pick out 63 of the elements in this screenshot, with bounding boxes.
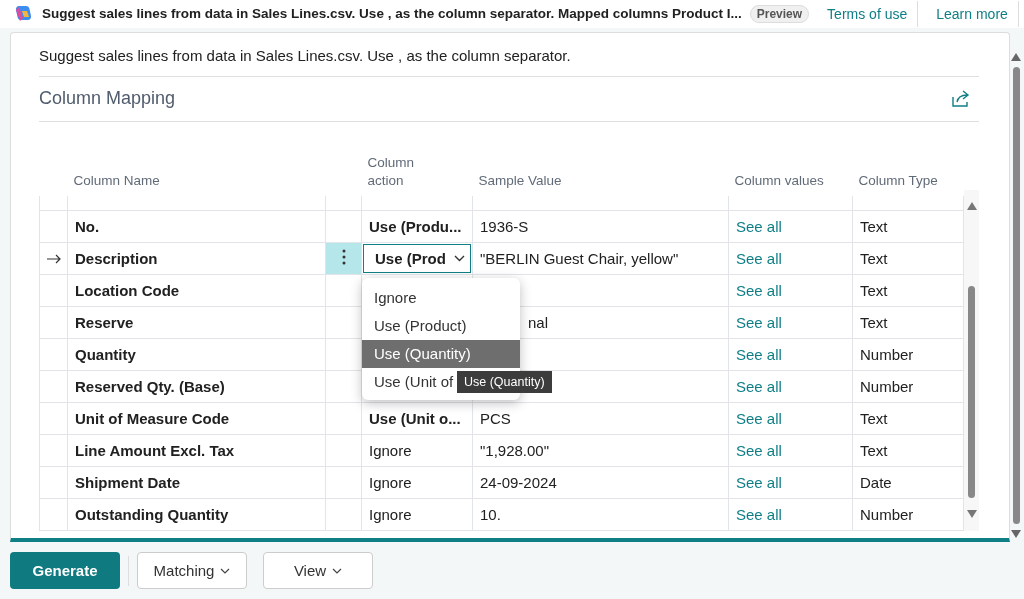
column-name: Location Code	[75, 281, 180, 299]
section-title: Column Mapping	[39, 88, 176, 110]
sample-value: nal	[527, 313, 549, 331]
chevron-down-icon	[332, 567, 343, 574]
sample-value: 24-09-2024	[480, 473, 557, 491]
column-action: Ignore	[369, 505, 412, 523]
column-type: Text	[860, 217, 888, 235]
tooltip: Use (Quantity)	[457, 370, 552, 393]
column-action: Use (Unit o...	[369, 409, 461, 427]
sample-value: PCS	[480, 409, 511, 427]
column-type: Text	[860, 313, 888, 331]
chevron-down-icon	[220, 567, 231, 574]
column-name: Quantity	[75, 345, 136, 363]
sample-value: 10.	[480, 505, 501, 523]
column-type: Text	[860, 441, 888, 459]
column-type: Number	[860, 505, 914, 523]
scrollbar-thumb[interactable]	[1012, 66, 1020, 524]
column-action: Ignore	[369, 473, 412, 491]
column-name: No.	[75, 217, 100, 235]
sample-value: 1936-S	[480, 217, 529, 235]
column-type: Number	[860, 345, 914, 363]
column-name: Reserve	[75, 313, 134, 331]
column-header: Column values	[734, 172, 824, 188]
share-icon[interactable]	[951, 89, 971, 108]
column-header: Column Name	[73, 172, 160, 188]
column-header: Sample Value	[478, 172, 562, 188]
row-pointer-icon	[46, 253, 62, 264]
scroll-down-icon[interactable]	[966, 509, 977, 518]
menu-option[interactable]: Use (Product)	[362, 311, 520, 340]
column-type: Text	[860, 409, 888, 427]
description-text: Suggest sales lines from data in Sales Lines.csv. Use , as the column separator.	[39, 32, 979, 77]
column-name: Description	[75, 249, 158, 267]
scroll-up-icon[interactable]	[1011, 52, 1021, 61]
column-name: Shipment Date	[75, 473, 180, 491]
column-action: Use (Produ...	[369, 217, 462, 235]
scroll-down-icon[interactable]	[1011, 529, 1021, 538]
column-name: Reserved Qty. (Base)	[75, 377, 225, 395]
column-action-dropdown[interactable]: Use (Prod	[363, 243, 471, 273]
column-header: Column action	[367, 154, 415, 188]
menu-option[interactable]: Ignore	[362, 283, 520, 312]
dialog-title: Suggest sales lines from data in Sales Lines.csv. Use , as the column separator. Mapped columns Product I...	[42, 6, 742, 22]
column-name: Outstanding Quantity	[75, 505, 229, 523]
more-options-icon[interactable]	[341, 248, 346, 265]
menu-option[interactable]: Use (Quantity)	[362, 339, 520, 368]
scroll-up-icon[interactable]	[966, 201, 977, 210]
column-header: Column Type	[858, 172, 938, 188]
header-link[interactable]: Terms of use	[817, 0, 919, 27]
preview-badge: Preview	[749, 4, 810, 23]
column-name: Line Amount Excl. Tax	[75, 441, 235, 459]
sample-value: "BERLIN Guest Chair, yellow"	[480, 249, 679, 267]
sample-value: "1,928.00"	[480, 441, 550, 459]
header-link[interactable]: Learn more	[926, 0, 1019, 27]
scrollbar-thumb[interactable]	[968, 285, 975, 498]
column-type: Number	[860, 377, 914, 395]
column-type: Date	[860, 473, 892, 491]
menu-button[interactable]: View	[263, 552, 373, 589]
column-type: Text	[860, 249, 888, 267]
generate-button[interactable]: Generate	[10, 552, 120, 589]
column-name: Unit of Measure Code	[75, 409, 230, 427]
column-type: Text	[860, 281, 888, 299]
column-action: Ignore	[369, 441, 412, 459]
menu-button[interactable]: Matching	[137, 552, 247, 589]
chevron-down-icon	[454, 254, 465, 262]
